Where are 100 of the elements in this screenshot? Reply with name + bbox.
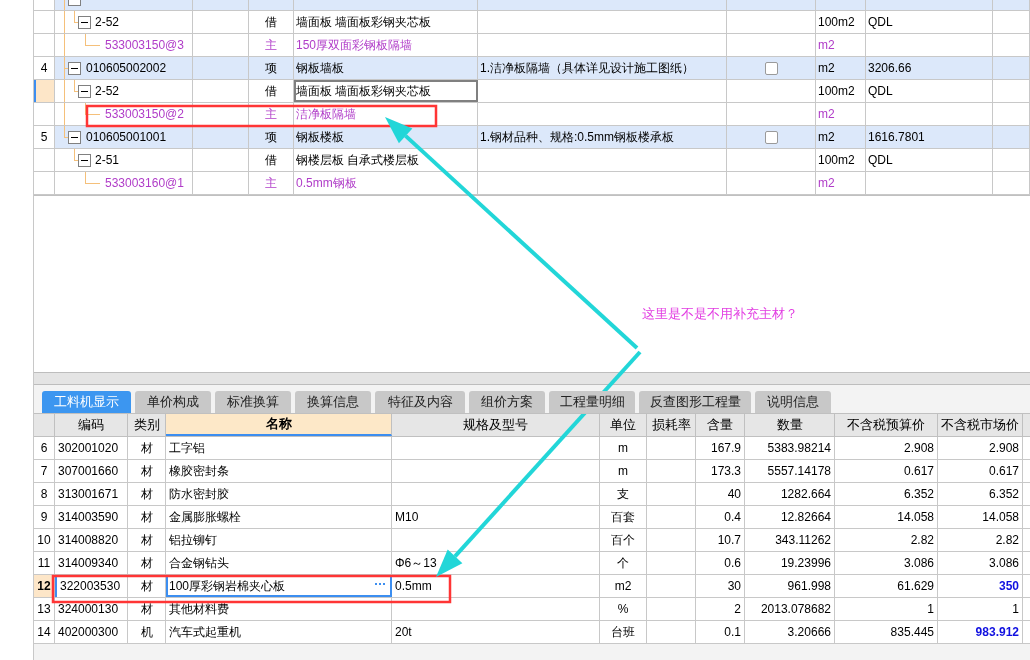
tab[interactable]: 换算信息 [295,391,371,413]
market-price: 3.086 [988,555,1019,572]
quantity-value: 1282.664 [780,486,831,503]
row-header[interactable] [34,80,55,102]
resource-type: 材 [140,509,153,526]
collapse-icon[interactable] [68,131,81,144]
row-header[interactable]: 14 [34,621,55,643]
column-header[interactable]: 损耗率 [647,414,696,436]
item-unit: m2 [818,37,835,54]
item-type: 借 [265,14,277,31]
column-header[interactable]: 单位 [600,414,647,436]
column-header[interactable]: 名称 [166,414,392,436]
item-description: 1.钢材品种、规格:0.5mm钢板楼承板 [480,129,674,146]
item-type: 借 [265,83,277,100]
budget-price: 3.086 [903,555,934,572]
resource-unit: m [618,440,628,457]
quantity-value: 5557.14178 [767,463,831,480]
resource-spec: 20t [395,624,412,641]
item-type: 项 [265,60,277,77]
column-header[interactable]: 数量 [745,414,835,436]
market-price: 1 [1012,601,1019,618]
quantity-value: 19.23996 [780,555,831,572]
quantity-value: 3.20666 [787,624,831,641]
resource-name: 合金钢钻头 [169,555,229,572]
budget-price: 61.629 [897,578,934,595]
row-header[interactable]: 7 [34,460,55,482]
item-quantity: 3206.66 [868,60,912,77]
content-value: 173.3 [710,463,741,480]
collapse-icon[interactable] [78,154,91,167]
market-price: 14.058 [982,509,1019,526]
resource-type: 材 [140,440,153,457]
item-code: 2-52 [95,14,120,31]
item-name: 墙面板 墙面板彩钢夹芯板 [296,83,432,100]
resource-type: 机 [140,624,153,641]
resource-code: 313001671 [58,486,119,503]
row-header[interactable]: 10 [34,529,55,551]
row-header[interactable]: 11 [34,552,55,574]
row-header[interactable]: 5 [34,126,55,148]
resource-unit: 百个 [611,532,635,549]
resource-unit: 个 [617,555,629,572]
collapse-icon[interactable] [78,85,91,98]
tab[interactable]: 说明信息 [755,391,831,413]
item-code: 533003150@2 [105,106,184,123]
budget-price: 835.445 [890,624,934,641]
item-unit: 100m2 [818,83,855,100]
row-header[interactable]: 12 [34,575,55,597]
row-header[interactable]: 9 [34,506,55,528]
checkbox[interactable] [764,61,778,75]
tab[interactable]: 工程量明细 [549,391,635,413]
tab[interactable]: 单价构成 [135,391,211,413]
resource-code: 314009340 [58,555,119,572]
row-header[interactable]: 13 [34,598,55,620]
annotation-text: 这里是不是不用补充主材？ [642,305,798,323]
item-type: 项 [265,129,277,146]
budget-price: 0.617 [903,463,934,480]
item-type: 主 [265,37,277,54]
tab[interactable]: 反查图形工程量 [639,391,751,413]
market-price: 0.617 [988,463,1019,480]
resource-name: 汽车式起重机 [169,624,241,641]
item-quantity: QDL [868,152,893,169]
checkbox[interactable] [764,130,778,144]
item-name: 洁净板隔墙 [296,106,356,123]
resource-name: 橡胶密封条 [169,463,229,480]
column-header[interactable]: 规格及型号 [392,414,600,436]
column-header[interactable]: 不含税预算价 [835,414,938,436]
tab[interactable]: 特征及内容 [375,391,465,413]
tab[interactable]: 标准换算 [215,391,291,413]
collapse-icon[interactable] [78,16,91,29]
quantity-value: 343.11262 [775,532,831,549]
item-unit: m2 [818,129,835,146]
market-price: 2.908 [988,440,1019,457]
row-header[interactable]: 8 [34,483,55,505]
item-code: 533003150@3 [105,37,184,54]
content-value: 40 [727,486,741,503]
market-price: 2.82 [995,532,1019,549]
splitter[interactable] [34,372,1030,385]
quantity-value: 2013.078682 [760,601,831,618]
row-header[interactable]: 6 [34,437,55,459]
resource-unit: 台班 [611,624,635,641]
resource-code: 322003530 [60,578,121,595]
column-header[interactable]: 含量 [696,414,745,436]
resource-unit: m2 [614,578,632,595]
item-code: 010605001001 [86,129,167,146]
resource-name: 防水密封胶 [169,486,229,503]
tab[interactable]: 组价方案 [469,391,545,413]
item-quantity: QDL [868,14,893,31]
resource-type: 材 [140,463,153,480]
column-header[interactable]: 不含税市场价 [938,414,1023,436]
resource-name: 100厚彩钢岩棉夹心板 [169,578,286,595]
resource-code: 324000130 [58,601,119,618]
column-header[interactable]: 编码 [55,414,128,436]
quantity-value: 5383.98214 [767,440,831,457]
collapse-icon[interactable] [68,62,81,75]
budget-price: 1 [927,601,934,618]
market-price: 983.912 [975,624,1019,641]
budget-price: 14.058 [897,509,934,526]
item-description: 1.洁净板隔墙（具体详见设计施工图纸） [480,60,694,77]
item-unit: m2 [818,175,835,192]
content-value: 0.1 [724,624,741,641]
row-header[interactable]: 4 [34,57,55,79]
